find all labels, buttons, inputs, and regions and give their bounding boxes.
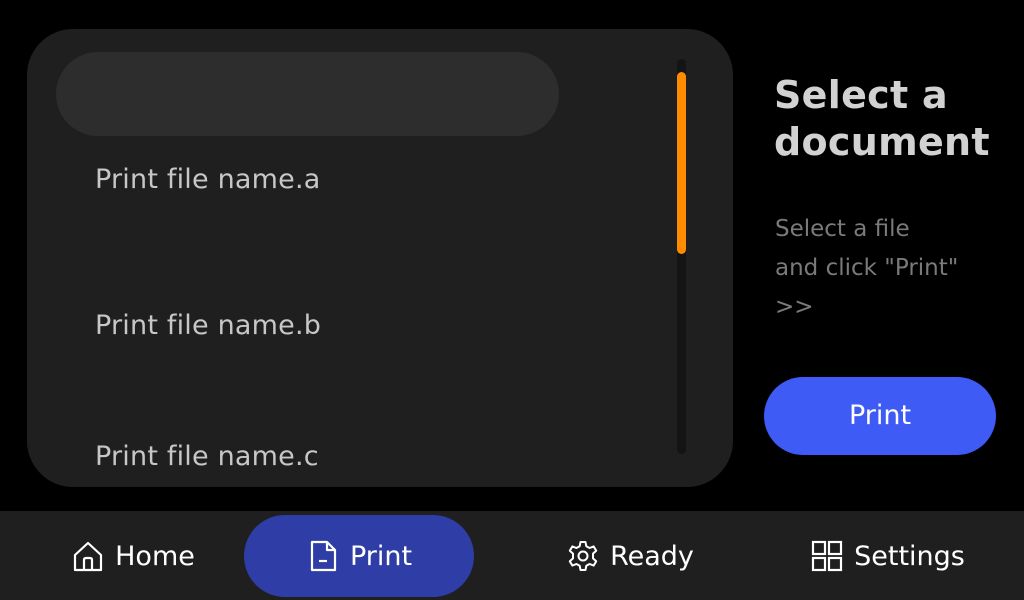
file-list-item[interactable]: Print file name.b [95, 306, 321, 346]
file-list-item[interactable]: Print file name.c [95, 437, 319, 477]
nav-item-ready[interactable]: Ready [556, 515, 704, 597]
file-list-panel: Print file name.a Print file name.b Prin… [27, 29, 733, 487]
search-field[interactable] [56, 52, 559, 136]
print-button[interactable]: Print [764, 377, 996, 455]
nav-label: Settings [854, 540, 965, 572]
grid-icon [810, 539, 844, 573]
document-icon [306, 539, 340, 573]
scrollbar-thumb[interactable] [677, 72, 686, 254]
nav-label: Print [349, 540, 413, 572]
file-list-item[interactable]: Print file name.a [95, 160, 321, 200]
app-root: Print file name.a Print file name.b Prin… [0, 0, 1024, 600]
nav-item-home[interactable]: Home [58, 515, 208, 597]
page-title: Select a document [774, 73, 990, 164]
nav-label: Ready [610, 540, 694, 572]
nav-item-settings[interactable]: Settings [800, 515, 975, 597]
bottom-navigation: Home Print Ready Settings [0, 511, 1024, 600]
nav-label: Home [115, 540, 195, 572]
gear-icon [566, 539, 600, 573]
home-icon [71, 539, 105, 573]
nav-item-print[interactable]: Print [244, 515, 474, 597]
instruction-text: Select a file and click "Print" >> [775, 216, 959, 320]
scrollbar-track[interactable] [677, 59, 686, 454]
